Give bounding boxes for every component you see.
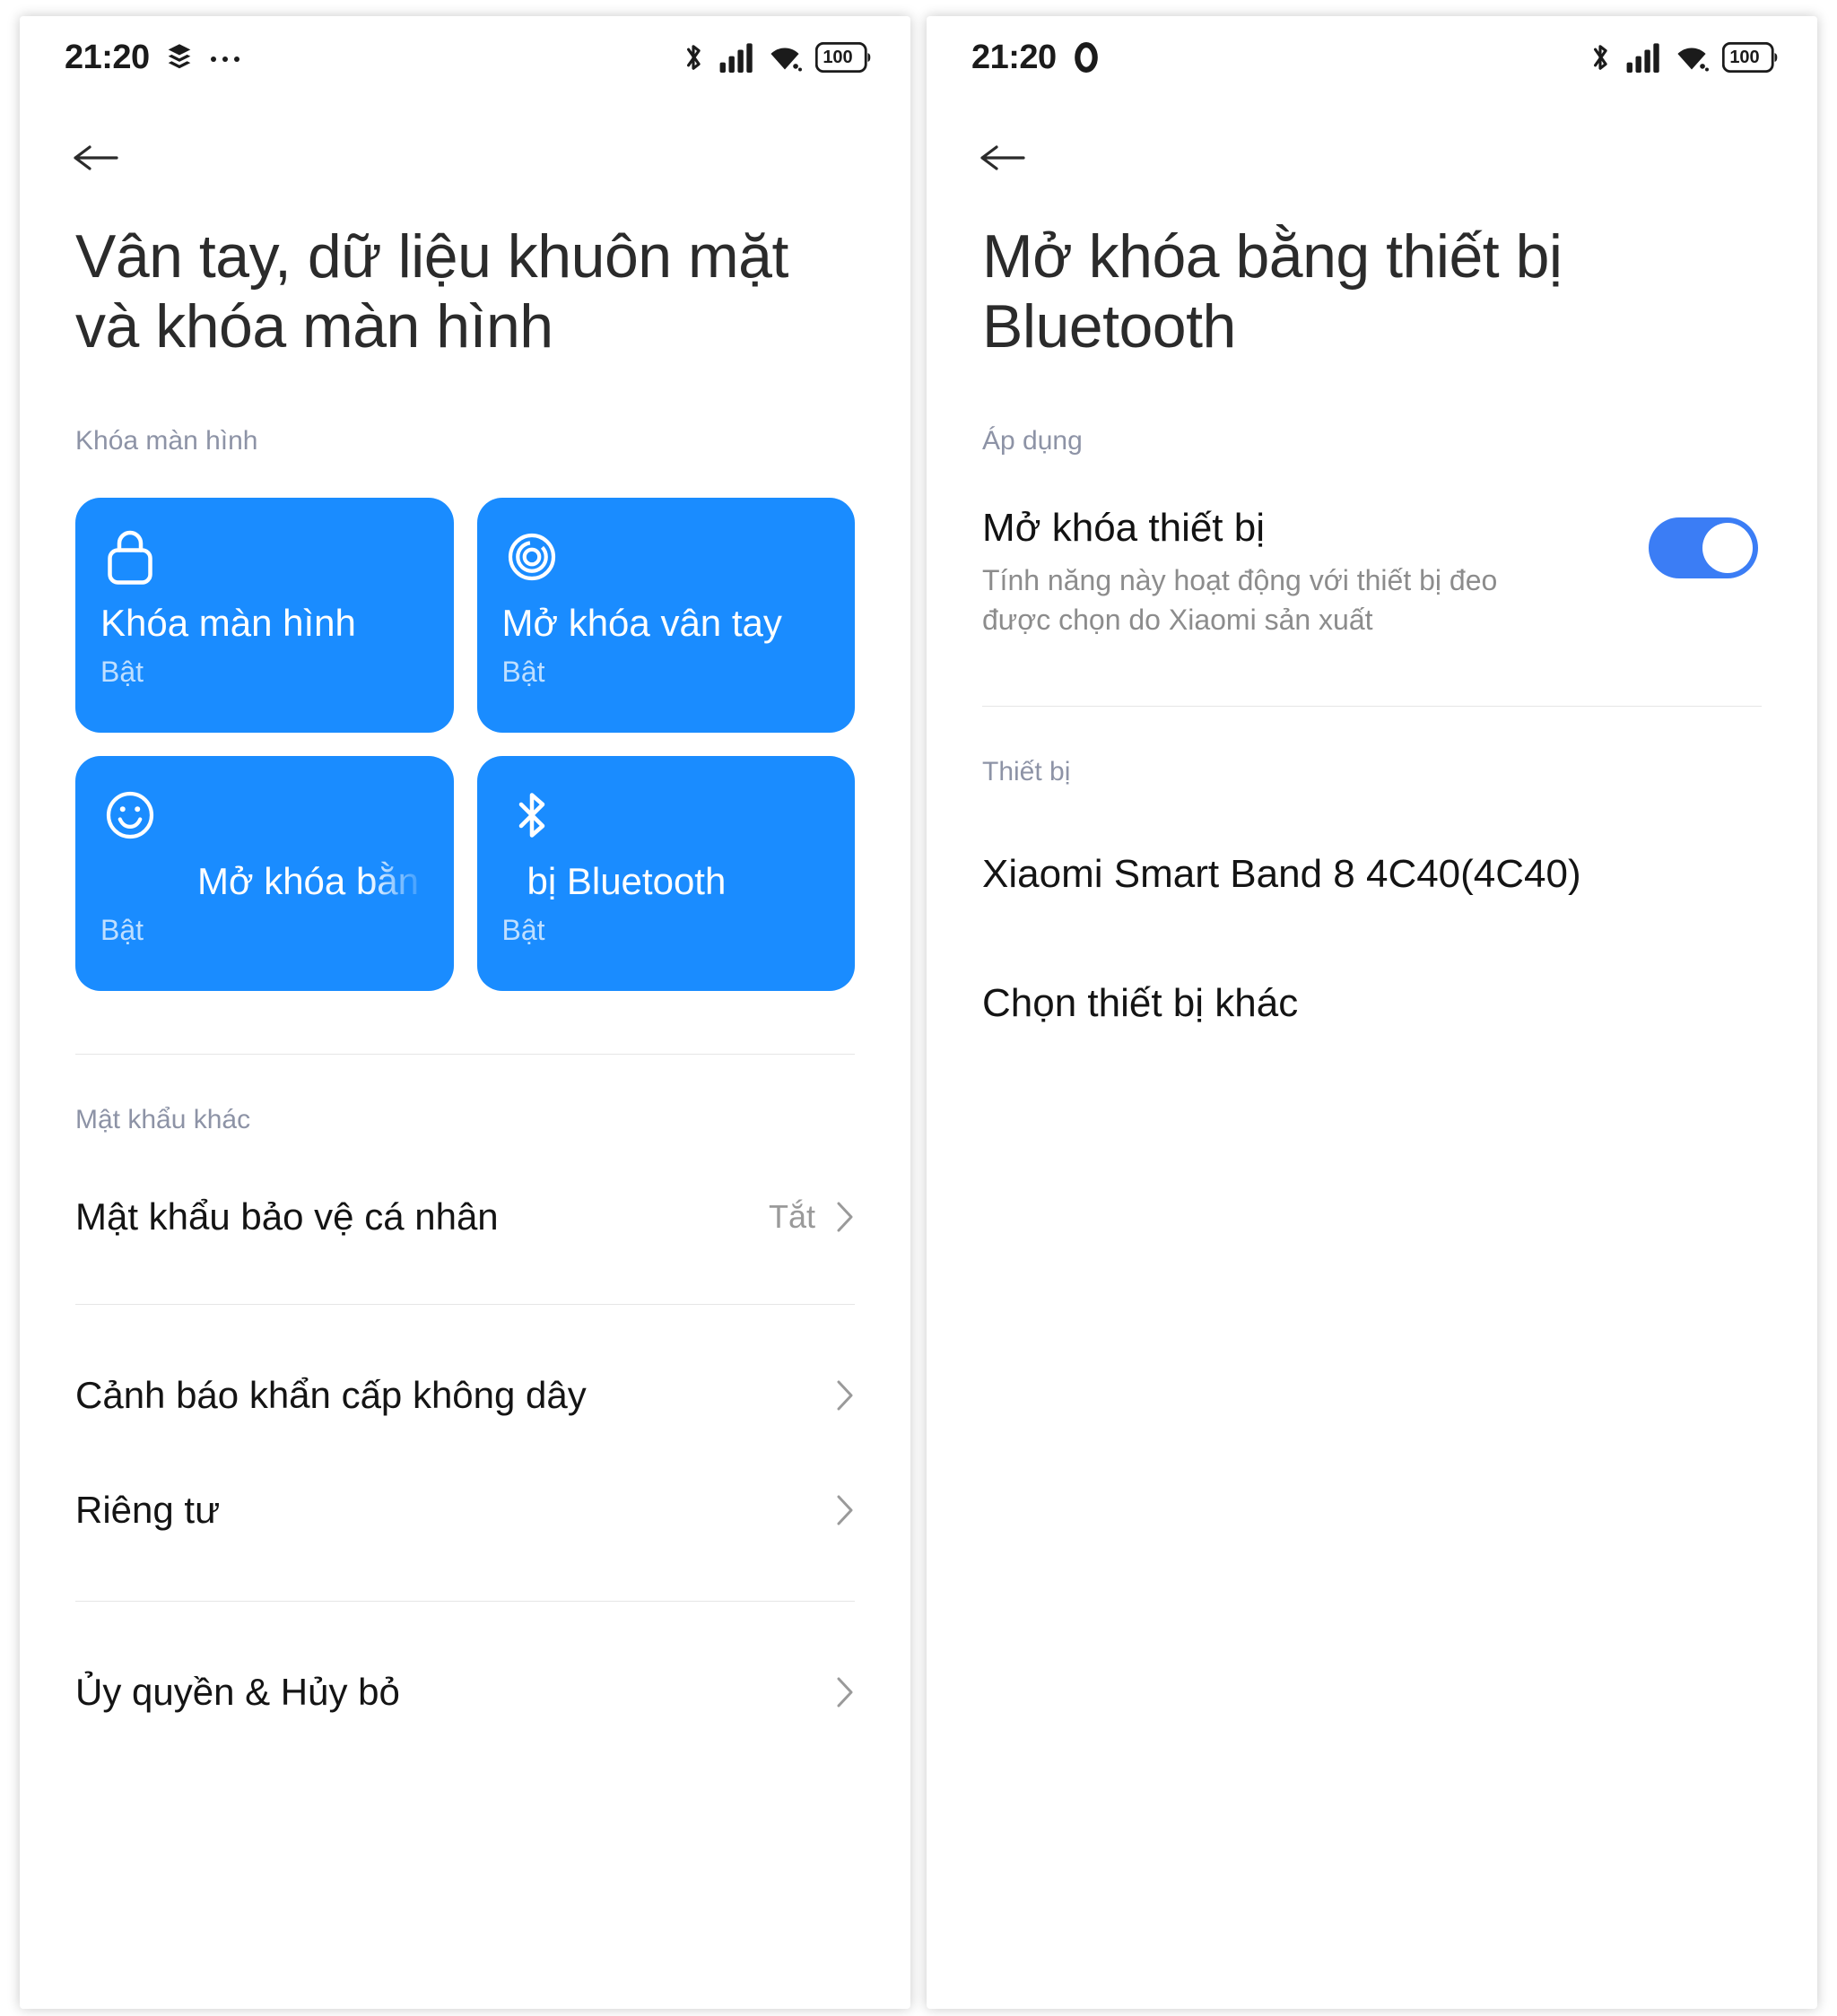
status-bar-left: 21:20	[65, 39, 241, 77]
status-bar-right: 100	[1588, 40, 1778, 74]
tile-title-wrap: Mở khóa vân tay	[502, 598, 831, 648]
chevron-right-icon	[835, 1200, 855, 1234]
bluetooth-icon	[502, 783, 831, 847]
row-right: Tắt	[769, 1198, 855, 1236]
chevron-right-icon	[835, 1493, 855, 1527]
status-time: 21:20	[971, 38, 1057, 76]
tile-title: Mở khóa vân tay	[501, 602, 782, 645]
circle-icon	[1073, 41, 1100, 74]
bluetooth-icon	[681, 40, 706, 74]
bluetooth-icon	[1588, 40, 1613, 74]
right-status-bar: 21:20 100	[927, 16, 1817, 99]
tile-title-wrap: bị Bluetooth	[502, 856, 831, 908]
lock-icon	[100, 525, 429, 589]
status-bar-right: 100	[681, 40, 871, 74]
row-label: Riêng tư	[75, 1489, 221, 1532]
toggle-knob	[1702, 523, 1753, 574]
row-device-unlock[interactable]: Mở khóa thiết bị Tính năng này hoạt động…	[927, 503, 1817, 639]
tile-subtitle: Bật	[100, 656, 144, 689]
device-unlock-texts: Mở khóa thiết bị Tính năng này hoạt động…	[982, 503, 1622, 639]
tile-title: Khóa màn hình	[100, 602, 356, 645]
row-label: Chọn thiết bị khác	[982, 980, 1299, 1025]
row-choose-other-device[interactable]: Chọn thiết bị khác	[927, 951, 1817, 1056]
row-label: Ủy quyền & Hủy bỏ	[75, 1671, 400, 1714]
fingerprint-icon	[502, 525, 831, 589]
status-time: 21:20	[65, 38, 150, 76]
tile-screen-lock[interactable]: Khóa màn hình Bật	[75, 498, 454, 734]
more-dots-icon	[209, 52, 241, 63]
chevron-right-icon	[835, 1675, 855, 1709]
row-authorization-revocation[interactable]: Ủy quyền & Hủy bỏ	[20, 1639, 910, 1745]
battery-level-label: 100	[1729, 47, 1760, 67]
chevron-right-icon	[835, 1378, 855, 1412]
back-arrow-icon[interactable]	[977, 138, 1027, 178]
section-header-apply: Áp dụng	[982, 426, 1083, 456]
row-label: Mật khẩu bảo vệ cá nhân	[75, 1195, 499, 1238]
section-header-devices: Thiết bị	[982, 756, 1071, 786]
left-status-bar: 21:20 100	[20, 16, 910, 99]
right-page-title: Mở khóa bằng thiết bị Bluetooth	[982, 222, 1563, 361]
device-unlock-description: Tính năng này hoạt động với thiết bị đeo…	[982, 564, 1498, 636]
tile-title-wrap: Khóa màn hình	[100, 598, 429, 648]
row-device-xiaomi-smart-band[interactable]: Xiaomi Smart Band 8 4C40(4C40)	[927, 821, 1817, 927]
signal-icon	[1625, 42, 1661, 73]
back-arrow-icon[interactable]	[70, 138, 120, 178]
section-header-other-passwords: Mật khẩu khác	[75, 1105, 251, 1135]
row-label: Xiaomi Smart Band 8 4C40(4C40)	[982, 851, 1581, 896]
device-unlock-title: Mở khóa thiết bị	[982, 506, 1266, 551]
lockscreen-tile-grid: Khóa màn hình Bật Mở khóa vân tay Bật Mở…	[20, 498, 910, 992]
face-smile-icon	[100, 783, 429, 847]
row-label: Cảnh báo khẩn cấp không dây	[75, 1374, 587, 1417]
right-phone-screen: 21:20 100 Mở khóa bằng thiết bị Bluetoot…	[927, 16, 1817, 2009]
row-privacy[interactable]: Riêng tư	[20, 1457, 910, 1563]
row-wireless-emergency-alerts[interactable]: Cảnh báo khẩn cấp không dây	[20, 1343, 910, 1448]
tile-title-wrap: Mở khóa bằn	[100, 856, 429, 908]
row-value: Tắt	[768, 1198, 815, 1236]
tile-subtitle: Bật	[501, 656, 545, 689]
battery-level-label: 100	[823, 47, 853, 67]
tile-subtitle: Bật	[100, 914, 144, 947]
device-unlock-toggle[interactable]	[1649, 517, 1758, 579]
left-page-title: Vân tay, dữ liệu khuôn mặt và khóa màn h…	[75, 222, 788, 361]
layers-icon	[166, 43, 193, 72]
row-personal-protection-password[interactable]: Mật khẩu bảo vệ cá nhân Tắt	[20, 1164, 910, 1270]
left-back-button[interactable]	[20, 99, 910, 182]
tile-subtitle: Bật	[501, 914, 545, 947]
status-bar-left: 21:20	[971, 39, 1100, 77]
signal-icon	[718, 42, 754, 73]
tile-title: bị Bluetooth	[527, 860, 727, 903]
wifi-icon	[1674, 42, 1710, 73]
tile-face-unlock[interactable]: Mở khóa bằn Bật	[75, 756, 454, 992]
tile-fingerprint-unlock[interactable]: Mở khóa vân tay Bật	[476, 498, 855, 734]
screenshot-stage: 21:20 100 Vân tay, dữ liệu khuôn mặt và …	[0, 0, 1837, 2016]
battery-icon: 100	[815, 42, 871, 73]
tile-bluetooth-unlock[interactable]: bị Bluetooth Bật	[476, 756, 855, 992]
section-header-lockscreen: Khóa màn hình	[75, 426, 258, 456]
battery-icon: 100	[1722, 42, 1778, 73]
tile-title: Mở khóa bằn	[197, 860, 420, 903]
right-back-button[interactable]	[927, 99, 1817, 182]
wifi-icon	[767, 42, 803, 73]
left-phone-screen: 21:20 100 Vân tay, dữ liệu khuôn mặt và …	[20, 16, 910, 2009]
